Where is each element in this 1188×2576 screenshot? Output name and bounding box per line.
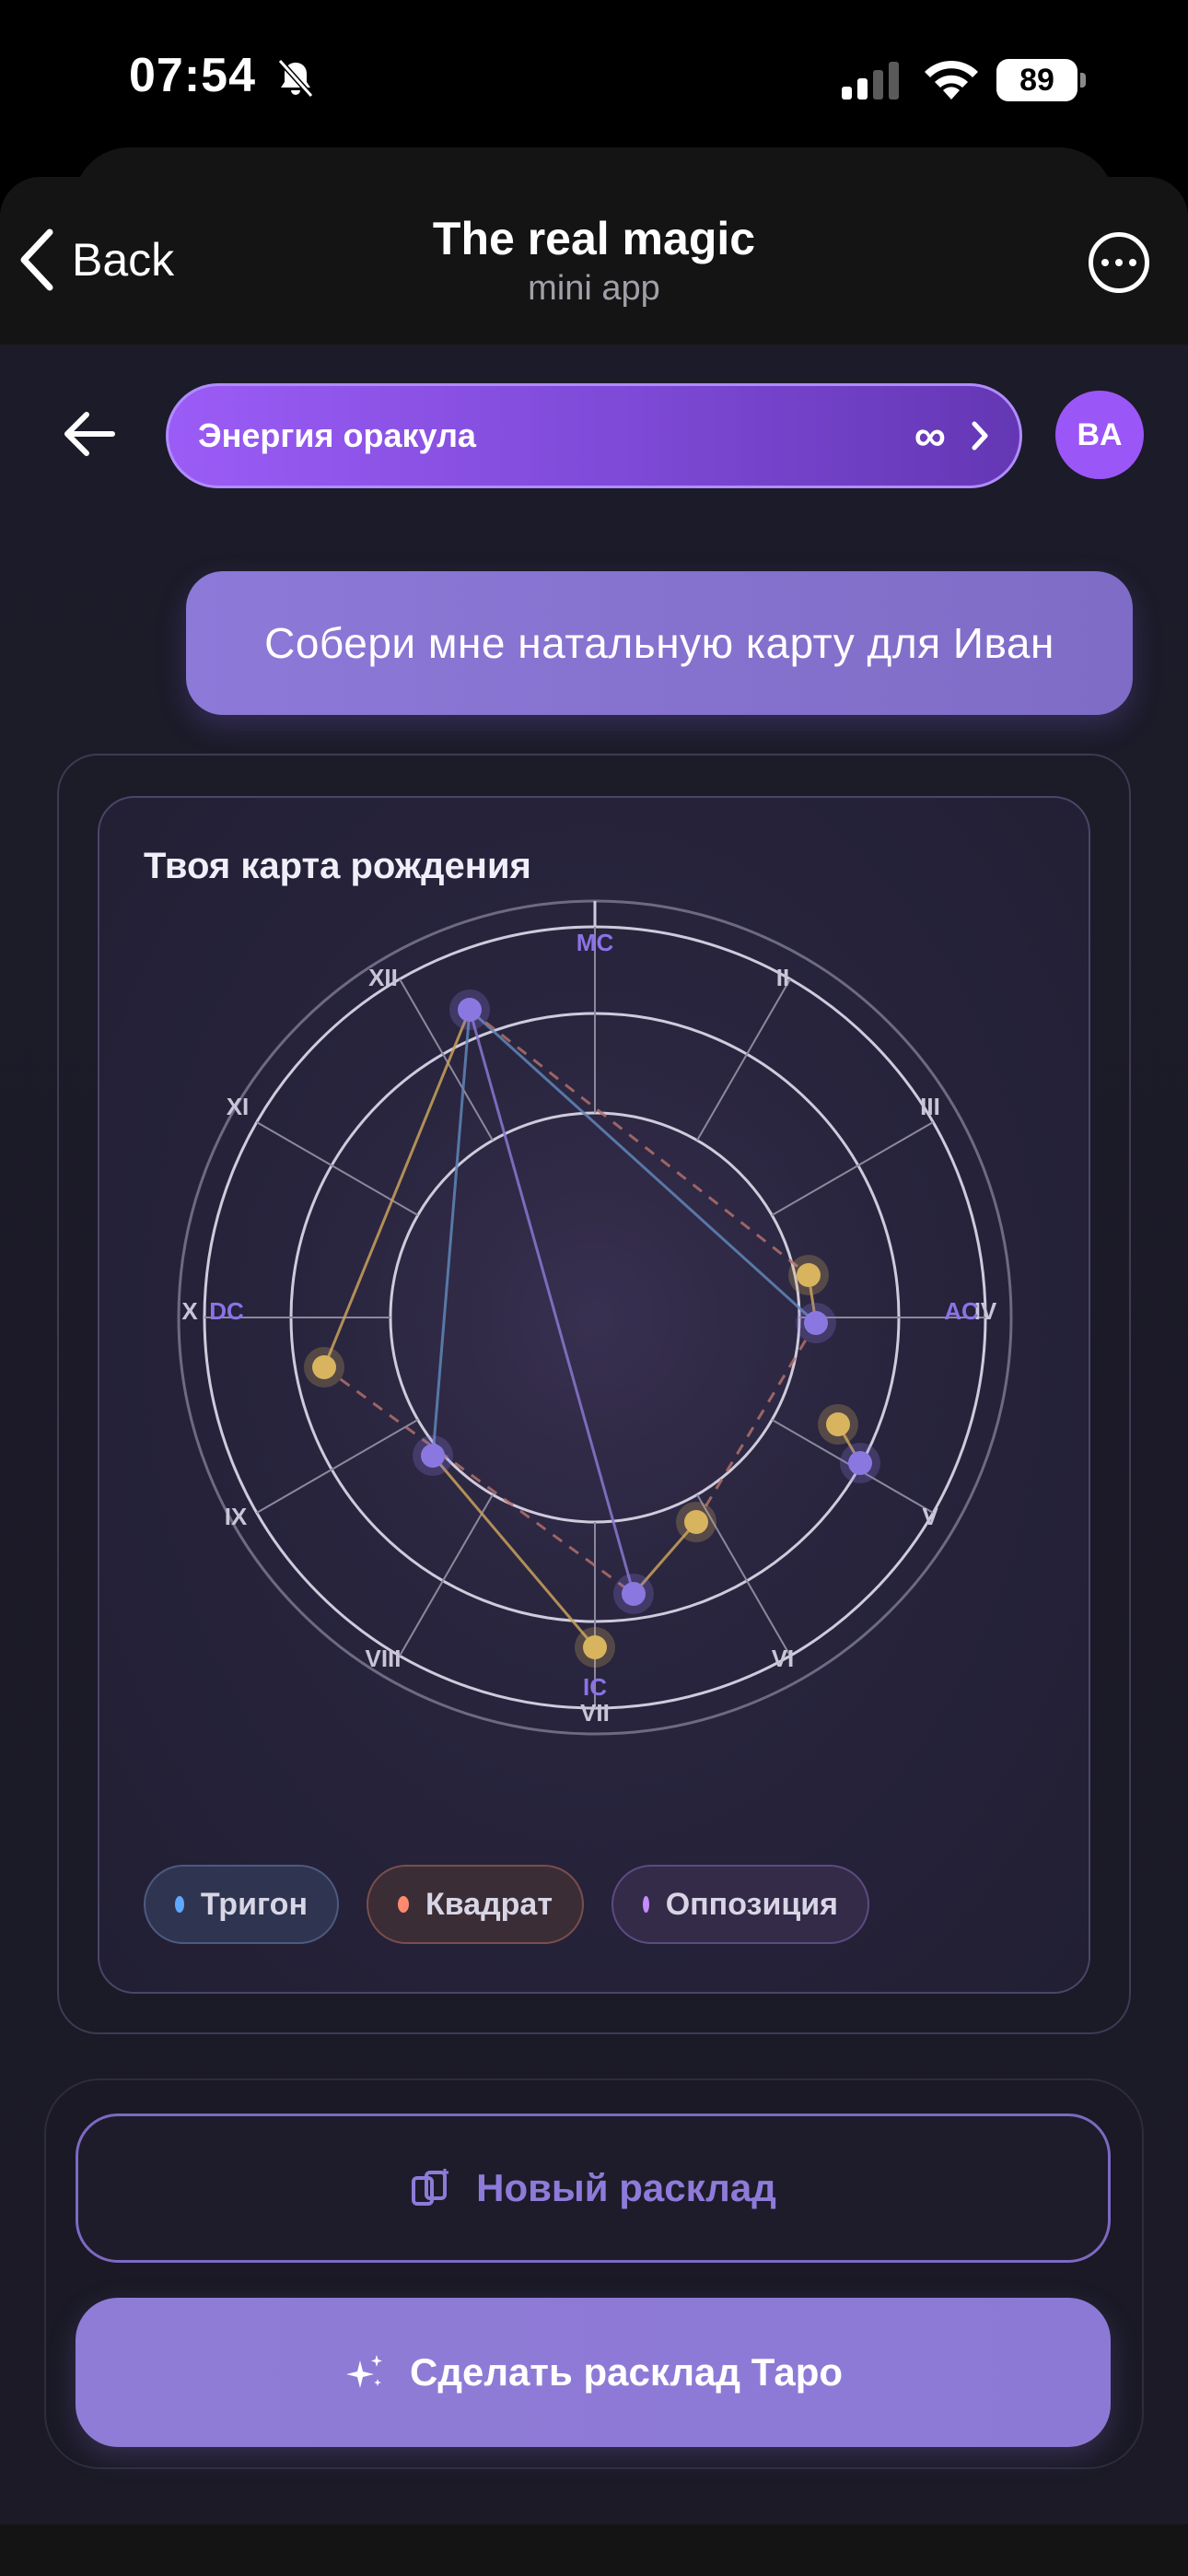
more-dot	[1101, 259, 1109, 266]
new-spread-button[interactable]: Новый расклад	[76, 2113, 1111, 2263]
more-dot	[1129, 259, 1136, 266]
planet-marker	[804, 1311, 828, 1335]
more-dot	[1115, 259, 1123, 266]
opposition-dot	[643, 1896, 649, 1913]
ac-label: AC	[944, 1297, 979, 1325]
planet-marker	[848, 1451, 872, 1475]
tarot-spread-button[interactable]: Сделать расклад Таро	[76, 2298, 1111, 2447]
planet-marker	[826, 1412, 850, 1436]
ic-label: IC	[583, 1673, 607, 1701]
legend-opposition-label: Оппозиция	[665, 1886, 838, 1922]
status-bar: 07:54 89	[0, 0, 1188, 161]
house-numeral: III	[920, 1093, 940, 1120]
planet-marker	[421, 1444, 445, 1468]
planet-marker	[312, 1355, 336, 1379]
sparkles-icon	[346, 2355, 382, 2388]
legend-square-label: Квадрат	[425, 1886, 553, 1922]
planet-marker	[622, 1582, 646, 1606]
house-numeral: VI	[772, 1645, 795, 1672]
nav-bar: Back The real magic mini app	[0, 177, 1188, 345]
bell-slash-icon	[277, 58, 314, 99]
house-numeral: X	[181, 1297, 198, 1325]
home-indicator-area	[0, 2524, 1188, 2576]
status-time: 07:54	[129, 49, 256, 102]
legend-trigon: Тригон	[144, 1865, 339, 1944]
square-dot	[398, 1896, 409, 1913]
battery-tip	[1080, 73, 1086, 88]
house-numeral: II	[776, 964, 789, 991]
house-numeral: VII	[580, 1699, 610, 1727]
house-numeral: XII	[368, 964, 398, 991]
natal-chart-wheel: IIIIIIVVVIVIIVIIIIXXXIXIIMCICACDC	[177, 899, 1013, 1736]
cards-icon	[412, 2169, 449, 2206]
mc-label: MC	[577, 929, 614, 956]
house-numeral: XI	[227, 1093, 250, 1120]
planet-marker	[684, 1510, 708, 1534]
battery-level: 89	[996, 59, 1077, 101]
new-spread-label: Новый расклад	[476, 2166, 776, 2209]
house-numeral: V	[922, 1503, 938, 1530]
house-numeral: VIII	[365, 1645, 401, 1672]
signal-icon	[842, 62, 899, 100]
chart-title: Твоя карта рождения	[144, 846, 531, 886]
planet-marker	[458, 998, 482, 1022]
planet-marker	[797, 1263, 821, 1287]
legend-square: Квадрат	[367, 1865, 584, 1944]
planet-marker	[583, 1635, 607, 1659]
wifi-icon	[925, 60, 978, 100]
more-options-button[interactable]	[1089, 232, 1149, 293]
dc-label: DC	[209, 1297, 244, 1325]
trigon-dot	[175, 1896, 184, 1913]
app-title: The real magic	[432, 213, 756, 264]
app-subtitle: mini app	[528, 269, 660, 308]
legend-opposition: Оппозиция	[611, 1865, 869, 1944]
house-numeral: IX	[225, 1503, 248, 1530]
legend-trigon-label: Тригон	[200, 1886, 308, 1922]
battery-icon: 89	[996, 59, 1086, 101]
tarot-spread-label: Сделать расклад Таро	[410, 2350, 843, 2394]
